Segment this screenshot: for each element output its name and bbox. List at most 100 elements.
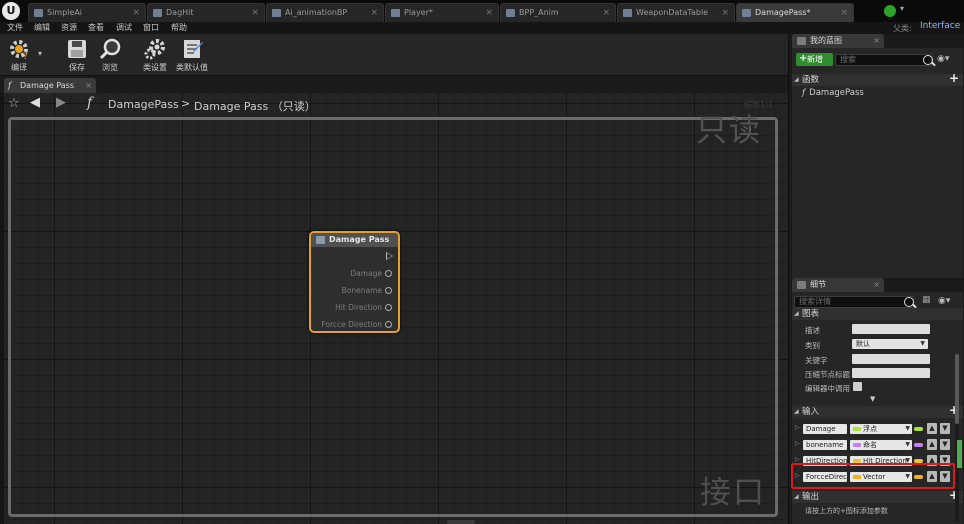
function-entry-node[interactable]: Damage Pass Damage Bonename Hit Directio… bbox=[309, 231, 400, 333]
keywords-field[interactable] bbox=[852, 354, 930, 364]
menu-view[interactable]: 查看 bbox=[88, 22, 104, 34]
pin-label: Hit Direction bbox=[335, 303, 382, 312]
class-settings-gear-icon bbox=[144, 39, 165, 60]
description-field[interactable] bbox=[852, 324, 930, 334]
compact-title-field[interactable] bbox=[852, 368, 930, 378]
close-icon[interactable]: × bbox=[873, 278, 880, 292]
search-icon[interactable] bbox=[904, 297, 914, 307]
breadcrumb-graph: Damage Pass （只读） bbox=[194, 100, 316, 113]
expand-triangle-icon: ◢ bbox=[794, 310, 799, 317]
param-type-select[interactable]: 命名 ▼ bbox=[850, 440, 912, 450]
pin-type-icon bbox=[914, 443, 923, 447]
tab-player[interactable]: Player* × bbox=[385, 3, 499, 22]
close-icon[interactable]: × bbox=[840, 4, 848, 22]
menu-help[interactable]: 帮助 bbox=[171, 22, 187, 34]
unreal-logo-icon[interactable]: U bbox=[2, 2, 20, 20]
details-scrollbar[interactable] bbox=[955, 354, 959, 522]
close-icon[interactable]: × bbox=[485, 4, 493, 22]
view-options-eye-icon[interactable]: ◉▾ bbox=[937, 54, 949, 64]
exec-pin-icon[interactable] bbox=[386, 252, 393, 260]
show-advanced-arrow-icon[interactable]: ▼ bbox=[870, 395, 875, 403]
star-icon[interactable]: ☆ bbox=[8, 96, 20, 111]
menu-window[interactable]: 窗口 bbox=[143, 22, 159, 34]
close-icon[interactable]: × bbox=[873, 34, 880, 48]
tab-damage-pass-graph[interactable]: f Damage Pass × bbox=[4, 78, 96, 93]
move-down-button[interactable]: ▼ bbox=[940, 423, 950, 434]
add-new-label: 新增 bbox=[807, 55, 823, 64]
compile-button[interactable]: ? 编译 bbox=[1, 37, 37, 75]
param-name-field[interactable]: bonename bbox=[803, 440, 847, 450]
pin-damage[interactable]: Damage bbox=[308, 268, 394, 279]
browse-button[interactable]: 浏览 bbox=[92, 37, 128, 75]
outputs-category[interactable]: ◢ 输出 + bbox=[792, 489, 963, 503]
save-button[interactable]: 保存 bbox=[59, 37, 95, 75]
expand-triangle-icon: ◢ bbox=[794, 408, 799, 415]
chevron-down-icon[interactable]: ▾ bbox=[38, 49, 42, 58]
category-select[interactable]: 默认 ▼ bbox=[852, 339, 928, 349]
menu-file[interactable]: 文件 bbox=[7, 22, 23, 34]
view-options-eye-icon[interactable]: ◉▾ bbox=[938, 296, 950, 306]
chevron-down-icon[interactable]: ▾ bbox=[900, 4, 904, 13]
compact-title-label: 压缩节点标题 bbox=[805, 370, 850, 379]
tab-simpleai[interactable]: SimpleAi × bbox=[28, 3, 146, 22]
add-function-icon[interactable]: + bbox=[949, 72, 959, 84]
source-control-icon[interactable] bbox=[884, 5, 896, 17]
blueprint-icon bbox=[506, 9, 515, 17]
function-icon: f bbox=[8, 81, 11, 90]
move-down-button[interactable]: ▼ bbox=[940, 439, 950, 450]
pin-hit-direction[interactable]: Hit Direction bbox=[308, 302, 394, 313]
scrollbar-thumb[interactable] bbox=[955, 354, 959, 424]
param-name-field[interactable]: Damage bbox=[803, 424, 847, 434]
expand-triangle-icon[interactable]: ▷ bbox=[795, 456, 800, 463]
menu-asset[interactable]: 资源 bbox=[61, 22, 77, 34]
breadcrumb-function[interactable]: DamagePass bbox=[108, 98, 179, 111]
call-in-editor-checkbox[interactable] bbox=[853, 382, 862, 391]
close-icon[interactable]: × bbox=[721, 4, 729, 22]
expand-triangle-icon[interactable]: ▷ bbox=[795, 424, 800, 431]
right-column: 我的蓝图 × + 新增 搜索 ◉▾ ◢ 函数 + f DamagePass 细节 … bbox=[788, 34, 964, 524]
close-icon[interactable]: × bbox=[370, 4, 378, 22]
close-icon[interactable]: × bbox=[602, 4, 610, 22]
tab-weapondatatable[interactable]: WeaponDataTable × bbox=[617, 3, 735, 22]
class-settings-button[interactable]: 类设置 bbox=[137, 37, 173, 75]
add-new-button[interactable]: + 新增 bbox=[796, 53, 833, 66]
tab-daghit[interactable]: DagHit × bbox=[147, 3, 265, 22]
graph-horizontal-scrollbar[interactable] bbox=[447, 520, 475, 524]
pin-bonename[interactable]: Bonename bbox=[308, 285, 394, 296]
function-list-item[interactable]: f DamagePass bbox=[802, 88, 864, 98]
graph-editor[interactable]: ☆ ◀ ▶ f DamagePass > Damage Pass （只读） 缩放… bbox=[4, 93, 788, 524]
details-search-input[interactable]: 搜索详情 bbox=[794, 296, 914, 308]
graph-category[interactable]: ◢ 图表 bbox=[792, 308, 963, 320]
search-icon[interactable] bbox=[923, 55, 933, 65]
close-icon[interactable]: × bbox=[132, 4, 140, 22]
pin-dot-icon bbox=[385, 270, 392, 277]
tab-damagepass[interactable]: DamagePass* × bbox=[736, 3, 854, 22]
move-up-button[interactable]: ▲ bbox=[927, 423, 937, 434]
pin-forcce-direction[interactable]: Forcce Direction bbox=[308, 319, 394, 330]
back-arrow-icon[interactable]: ◀ bbox=[30, 95, 40, 110]
menu-edit[interactable]: 编辑 bbox=[34, 22, 50, 34]
parent-class-link[interactable]: Interface bbox=[920, 21, 960, 31]
menu-debug[interactable]: 调试 bbox=[116, 22, 132, 34]
node-header: Damage Pass bbox=[311, 233, 398, 247]
tab-bpp-anim[interactable]: BPP_Anim × bbox=[500, 3, 616, 22]
tab-my-blueprint[interactable]: 我的蓝图 × bbox=[792, 34, 884, 48]
my-blueprint-search-input[interactable]: 搜索 bbox=[835, 54, 932, 66]
menu-bar: 文件 编辑 资源 查看 调试 窗口 帮助 bbox=[0, 22, 788, 34]
param-type-select[interactable]: 浮点 ▼ bbox=[850, 424, 912, 434]
functions-category[interactable]: ◢ 函数 + bbox=[792, 72, 963, 86]
tab-ai-animationbp[interactable]: Ai_animationBP × bbox=[266, 3, 384, 22]
plus-icon: + bbox=[799, 53, 808, 64]
expand-triangle-icon[interactable]: ▷ bbox=[795, 440, 800, 447]
tab-label: DamagePass* bbox=[755, 8, 811, 17]
class-defaults-icon bbox=[184, 40, 203, 58]
inputs-category[interactable]: ◢ 输入 + bbox=[792, 404, 963, 418]
function-name: DamagePass bbox=[809, 88, 864, 98]
class-defaults-button[interactable]: 类默认值 bbox=[174, 37, 210, 75]
forward-arrow-icon[interactable]: ▶ bbox=[56, 95, 66, 110]
close-icon[interactable]: × bbox=[85, 78, 92, 93]
grid-view-icon[interactable]: ▦ bbox=[922, 295, 931, 305]
close-icon[interactable]: × bbox=[251, 4, 259, 22]
move-up-button[interactable]: ▲ bbox=[927, 439, 937, 450]
tab-details[interactable]: 细节 × bbox=[792, 278, 884, 292]
